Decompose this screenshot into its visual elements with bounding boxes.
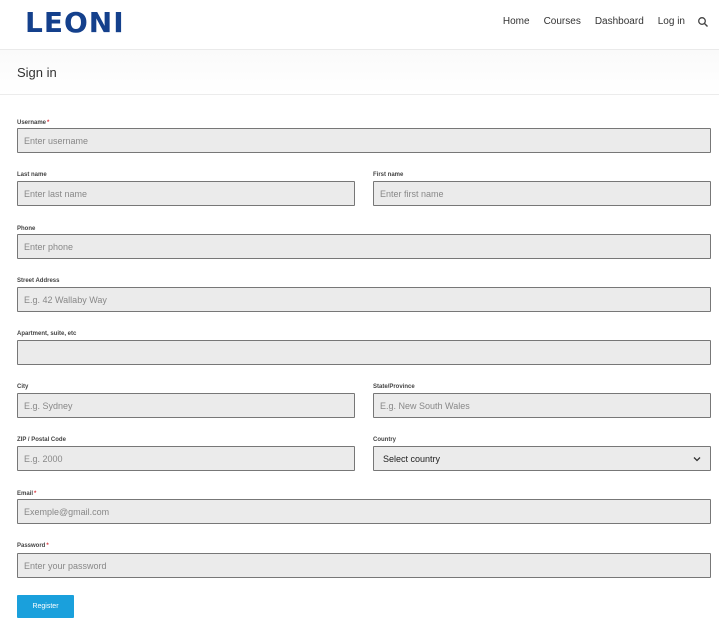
password-label: Password*	[17, 543, 49, 549]
country-select-value: Select country	[383, 453, 441, 464]
country-label: Country	[373, 437, 396, 443]
main-nav: Home Courses Dashboard Log in	[489, 15, 709, 27]
page-title: Sign in	[17, 65, 57, 80]
street-field[interactable]	[17, 287, 711, 312]
required-marker: *	[46, 543, 49, 549]
phone-label: Phone	[17, 226, 36, 232]
zip-field[interactable]	[17, 446, 355, 471]
nav-home-link[interactable]: Home	[503, 16, 530, 27]
apartment-field[interactable]	[17, 340, 711, 365]
chevron-down-icon	[692, 454, 702, 464]
register-button[interactable]: Register	[17, 595, 74, 618]
last-name-label: Last name	[17, 172, 47, 178]
required-marker: *	[47, 120, 50, 126]
first-name-field[interactable]	[373, 181, 711, 206]
nav-courses-link[interactable]: Courses	[544, 16, 581, 27]
page-title-bar: Sign in	[0, 50, 719, 95]
last-name-field[interactable]	[17, 181, 355, 206]
username-field[interactable]	[17, 128, 711, 153]
city-field[interactable]	[17, 393, 355, 418]
required-marker: *	[34, 491, 37, 497]
email-label: Email*	[17, 491, 37, 497]
zip-label: ZIP / Postal Code	[17, 437, 66, 443]
leoni-logo[interactable]: LEONI	[25, 6, 125, 39]
state-label: State/Province	[373, 384, 415, 390]
email-field[interactable]	[17, 499, 711, 524]
phone-field[interactable]	[17, 234, 711, 259]
street-label: Street Address	[17, 278, 60, 284]
search-icon[interactable]	[697, 15, 709, 27]
country-select[interactable]: Select country	[373, 446, 711, 471]
city-label: City	[17, 384, 29, 390]
nav-dashboard-link[interactable]: Dashboard	[595, 16, 644, 27]
first-name-label: First name	[373, 172, 404, 178]
username-label: Username*	[17, 120, 50, 126]
site-header: LEONI Home Courses Dashboard Log in	[0, 0, 719, 50]
apartment-label: Apartment, suite, etc	[17, 331, 77, 337]
nav-login-link[interactable]: Log in	[658, 16, 685, 27]
state-field[interactable]	[373, 393, 711, 418]
password-field[interactable]	[17, 553, 711, 578]
